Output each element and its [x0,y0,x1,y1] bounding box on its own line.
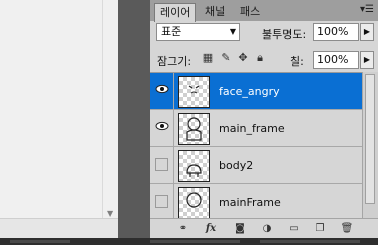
layer-thumbnail [178,187,210,219]
fill-input[interactable]: 100% ▶ [313,51,374,69]
visibility-toggle[interactable] [155,195,168,208]
lock-fill-row: 잠그기: ▦ ✎ ✥ 🔒︎ 칠: 100% ▶ [150,48,378,70]
layers-panel: 레이어 채널 패스 ▾☰ 표준 ▼ 불투명도: 100% ▶ 잠그기: ▦ ✎ … [150,0,378,238]
blend-mode-select[interactable]: 표준 ▼ [156,23,240,41]
scroll-down-icon[interactable]: ▼ [107,209,113,218]
layer-name: mainFrame [219,196,281,209]
layer-divider [173,184,174,219]
opacity-label: 불투명도: [262,28,307,41]
move-icon[interactable]: ✥ [237,52,249,64]
blend-opacity-row: 표준 ▼ 불투명도: 100% ▶ [150,22,378,44]
layer-row-face-angry[interactable]: face_angry [150,73,362,110]
new-layer-icon[interactable]: ❐ [313,222,327,235]
layer-row-main-frame[interactable]: main_frame [150,110,362,147]
status-segment [150,240,240,243]
blend-mode-value: 표준 [161,25,182,38]
layer-thumbnail [178,113,210,145]
panel-tab-bar: 레이어 채널 패스 ▾☰ [150,0,378,22]
fill-slider-arrow-icon[interactable]: ▶ [360,51,374,69]
trash-icon[interactable]: 🗑︎ [340,222,354,235]
fill-label: 칠: [290,55,304,68]
panel-menu-icon[interactable]: ▾☰ [360,4,374,15]
layer-row-mainframe[interactable]: mainFrame [150,184,362,219]
opacity-slider-arrow-icon[interactable]: ▶ [360,23,374,41]
layer-list: face_angry main_frame body2 mainFrame [150,72,362,219]
document-vertical-scrollbar[interactable]: ▼ [102,0,119,218]
chevron-down-icon: ▼ [229,27,236,36]
eye-icon[interactable] [155,82,169,96]
workspace-background [118,0,150,238]
layer-thumbnail [178,150,210,182]
status-segment [260,240,360,243]
layer-divider [173,110,174,146]
opacity-value: 100% [317,25,349,38]
lock-transparent-icon[interactable]: ▦ [202,52,214,64]
link-icon[interactable]: ⚭ [176,222,190,235]
layer-row-body2[interactable]: body2 [150,147,362,184]
document-horizontal-scrollbar[interactable] [0,218,118,239]
layer-divider [173,73,174,109]
bottom-status-strip [0,238,378,245]
brush-icon[interactable]: ✎ [220,52,232,64]
layer-list-scrollbar[interactable] [362,72,378,218]
layer-name: main_frame [219,122,285,135]
layer-thumbnail [178,76,210,108]
status-segment [10,240,70,243]
tab-channels[interactable]: 채널 [200,3,230,21]
tab-paths[interactable]: 패스 [235,3,265,21]
layer-name: body2 [219,159,254,172]
visibility-toggle[interactable] [155,158,168,171]
layer-divider [173,147,174,183]
layers-bottom-toolbar: ⚭ fx ◙ ◑ ▭ ❐ 🗑︎ [150,218,378,238]
document-area [0,0,118,238]
eye-icon[interactable] [155,119,169,133]
tab-layers[interactable]: 레이어 [154,3,197,22]
lock-label: 잠그기: [157,55,192,68]
layer-name: face_angry [219,85,280,98]
adjustment-icon[interactable]: ◑ [260,222,274,235]
scrollbar-thumb[interactable] [365,74,375,204]
fill-value: 100% [317,53,349,66]
opacity-input[interactable]: 100% ▶ [313,23,374,41]
fx-icon[interactable]: fx [204,222,218,235]
group-folder-icon[interactable]: ▭ [287,222,301,235]
padlock-icon[interactable]: 🔒︎ [254,52,266,64]
mask-icon[interactable]: ◙ [233,222,247,235]
